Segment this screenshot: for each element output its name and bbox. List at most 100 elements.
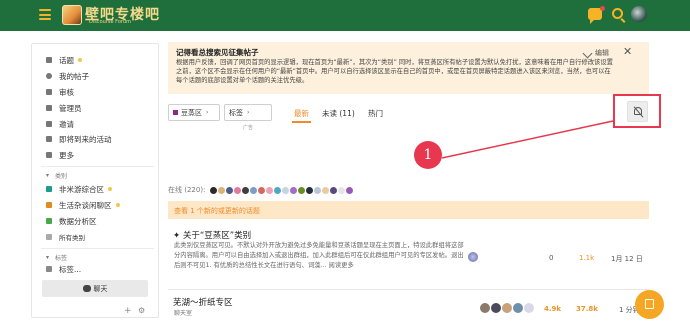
tab-latest[interactable]: 最新 [294, 108, 309, 119]
online-avatar-list [209, 185, 355, 195]
sidebar-section-categories[interactable]: 类别 [46, 171, 67, 180]
top-header: 壁吧专楼吧 Discourse Forum [0, 0, 690, 31]
tags-dropdown[interactable]: 标签 › [224, 104, 272, 121]
category-dropdown[interactable]: 豆蒸区 › [168, 104, 220, 121]
poster-avatar[interactable] [513, 303, 523, 313]
sidebar-category-non-mihoyo[interactable]: 非米游综合区 [46, 183, 112, 195]
sidebar-item-upcoming-events[interactable]: 即将到来的活动 [46, 133, 112, 145]
sidebar-divider [41, 248, 154, 249]
list-icon [46, 234, 52, 240]
category-swatch-icon [46, 202, 52, 208]
tab-hot[interactable]: 热门 [368, 108, 383, 119]
sidebar-item-label: 管理员 [59, 103, 82, 113]
site-logo[interactable]: 壁吧专楼吧 Discourse Forum [62, 4, 160, 26]
review-icon [46, 89, 52, 95]
poster-avatar[interactable] [502, 303, 512, 313]
topics-icon [46, 57, 52, 63]
activity-time[interactable]: 1月 12 日 [611, 254, 643, 264]
ad-label: 广告 [243, 125, 254, 131]
new-topics-alert[interactable]: 查看 1 个新的或更新的话题 [168, 201, 649, 219]
online-count-label: 在线 (220): [168, 186, 206, 194]
wrench-icon [46, 105, 52, 111]
pin-icon: ✦ [173, 231, 183, 241]
sidebar-item-label: 我的帖子 [59, 71, 89, 81]
sidebar-item-invite[interactable]: 邀请 [46, 118, 74, 130]
sidebar-category-life-chat[interactable]: 生活杂谈闲聊区 [46, 199, 120, 211]
unread-dot [108, 187, 112, 191]
sidebar-item-more[interactable]: 更多 [46, 149, 74, 161]
sidebar-tag-peek[interactable]: 标签... [46, 265, 81, 273]
poster-avatar[interactable] [491, 303, 501, 313]
category-dropdown-label: 豆蒸区 [181, 108, 202, 117]
topic-title-link[interactable]: ✦ 关于“豆蒸区”类别 [173, 229, 251, 241]
section-title: 类别 [55, 173, 68, 180]
tags-dropdown-label: 标签 [229, 108, 243, 117]
banner-title: 记得看总搜索见征集帖子 [176, 48, 259, 57]
poster-avatar[interactable] [468, 252, 478, 262]
search-icon[interactable] [612, 8, 623, 19]
chevron-down-icon: › [206, 109, 209, 116]
tab-unread[interactable]: 未读 (11) [322, 108, 355, 119]
sidebar-item-label: 审核 [59, 87, 74, 97]
sidebar-item-my-posts[interactable]: 我的帖子 [46, 70, 89, 82]
sidebar-item-topics[interactable]: 话题 [46, 54, 82, 66]
sidebar-item-label: 即将到来的活动 [59, 134, 112, 144]
logo-avatar-image [62, 5, 82, 25]
sidebar-item-label: 所有类别 [59, 234, 85, 242]
category-color-swatch [173, 110, 178, 115]
sidebar-item-label: 更多 [59, 150, 74, 160]
chat-unread-dot [600, 6, 605, 11]
annotation-number-badge: 1 [414, 141, 442, 169]
poster-avatar[interactable] [480, 303, 490, 313]
topic-title[interactable]: 芜湖～折纸专区 [173, 296, 233, 308]
sidebar-item-label: 标签... [59, 265, 82, 273]
user-icon [46, 73, 52, 79]
sidebar-all-categories[interactable]: 所有类别 [46, 231, 85, 243]
table-row[interactable]: ✦ 关于“豆蒸区”类别 此类别仅豆蒸区可见。不默认对外开放为避免过多免能量和豆蒸… [168, 229, 649, 289]
unread-dot [78, 58, 82, 62]
calendar-icon [46, 136, 52, 142]
banner-body: 根据用户反馈，回调了网页首页的显示逻辑，现在首页为“最新”，其次为“类别” 同时… [176, 59, 613, 84]
online-user-avatar[interactable] [345, 185, 355, 195]
sidebar-item-label: 话题 [59, 55, 74, 65]
new-topic-fab-button[interactable] [635, 290, 664, 319]
banner-edit-button[interactable]: 编辑 [582, 48, 609, 58]
poster-avatar[interactable] [524, 303, 534, 313]
hamburger-menu-icon[interactable] [39, 9, 51, 20]
chat-button-label: 聊天 [93, 284, 108, 293]
sidebar-item-label: 非米游综合区 [59, 184, 104, 194]
logo-subtext: Discourse Forum [89, 19, 131, 25]
chat-button[interactable]: 聊天 [42, 280, 148, 297]
edit-label: 编辑 [595, 49, 609, 57]
sidebar-category-data-analysis[interactable]: 数据分析区 [46, 215, 97, 227]
sidebar-item-label: 邀请 [59, 119, 74, 129]
replies-count: 0 [549, 254, 554, 262]
sidebar-section-tags[interactable]: 标签 [46, 253, 67, 262]
views-count: 1.1k [579, 254, 595, 262]
category-swatch-icon [46, 186, 52, 192]
table-row[interactable]: 芜湖～折纸专区 聊天室 4.9k 37.8k 1 分钟 [168, 296, 649, 326]
pencil-icon [582, 48, 593, 58]
unread-dot [115, 203, 120, 207]
chevron-down-icon: › [247, 109, 250, 116]
sidebar-settings-gear-icon[interactable]: ⚙ [138, 306, 145, 315]
sidebar-item-label: 生活杂谈闲聊区 [59, 200, 112, 210]
sidebar-item-admin[interactable]: 管理员 [46, 102, 82, 114]
current-user-avatar[interactable] [631, 6, 647, 22]
banner-close-icon[interactable]: ✕ [623, 45, 632, 58]
topic-title: 关于“豆蒸区”类别 [182, 231, 252, 241]
add-section-icon[interactable]: + [124, 306, 132, 316]
row-divider [168, 289, 649, 290]
sidebar-item-review[interactable]: 审核 [46, 86, 74, 98]
online-users-bar: 在线 (220): [168, 185, 355, 195]
compose-icon [645, 299, 654, 309]
section-title: 标签 [55, 255, 68, 262]
topic-excerpt: 此类别仅豆蒸区可见。不默认对外开放为避免过多免能量和豆蒸话题呈现在主页面上，特设… [174, 242, 464, 269]
active-tab-underline [292, 121, 311, 123]
new-topics-alert-text: 查看 1 个新的或更新的话题 [174, 207, 260, 215]
topic-category-label[interactable]: 聊天室 [174, 308, 192, 317]
annotation-highlight-box [613, 94, 661, 128]
more-icon [46, 152, 52, 158]
tag-icon [46, 266, 52, 272]
category-swatch-icon [46, 218, 52, 224]
